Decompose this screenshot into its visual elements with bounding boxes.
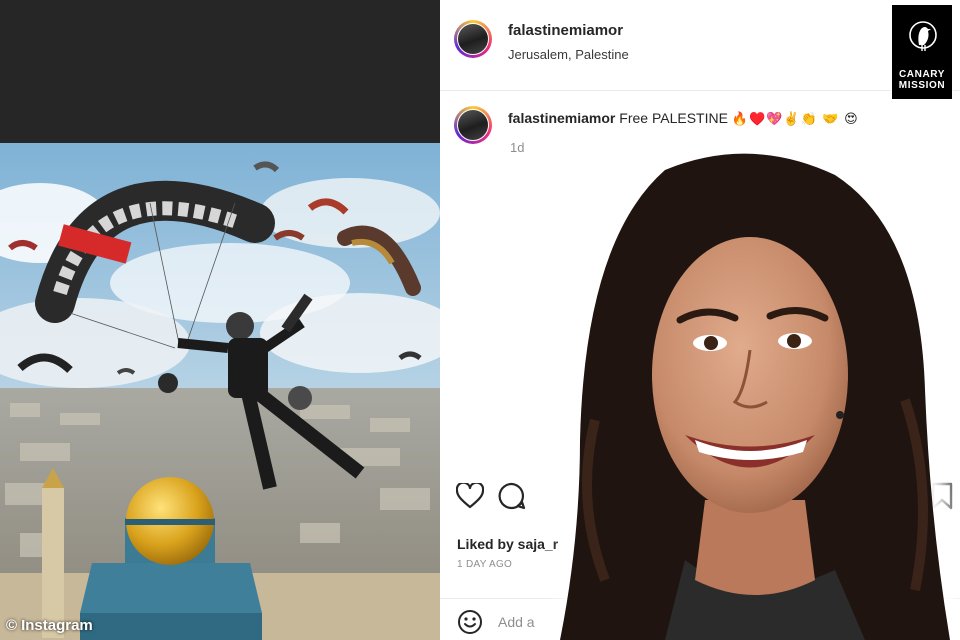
photo-credit-label: Instagram <box>21 617 93 634</box>
post-age: 1 DAY AGO <box>457 559 513 570</box>
caption: falastinemiamor Free PALESTINE 🔥♥️💖✌️👏 🤝… <box>508 110 859 127</box>
comment-input[interactable]: Add a <box>498 614 535 630</box>
heart-icon[interactable] <box>456 483 484 509</box>
badge-line-2: MISSION <box>898 80 946 91</box>
profile-avatar[interactable] <box>454 20 492 58</box>
canary-bird-icon <box>909 21 937 51</box>
comment-bubble-icon[interactable] <box>498 482 526 510</box>
caption-age: 1d <box>510 140 525 155</box>
post-username[interactable]: falastinemiamor <box>508 22 623 39</box>
photo-credit: © Instagram <box>6 617 93 634</box>
caption-emoji: 🔥♥️💖✌️👏 🤝 😍 <box>731 111 859 126</box>
paraglider-over-jerusalem-image <box>0 143 440 640</box>
post-location[interactable]: Jerusalem, Palestine <box>508 47 629 62</box>
copyright-symbol: © <box>6 617 18 634</box>
smiley-icon[interactable] <box>457 609 483 635</box>
caption-avatar[interactable] <box>454 106 492 144</box>
artwork-panel: © Instagram <box>0 0 440 640</box>
caption-text: Free PALESTINE <box>619 110 728 126</box>
canary-mission-badge: CANARY MISSION <box>891 4 953 100</box>
caption-username[interactable]: falastinemiamor <box>508 110 615 126</box>
badge-line-1: CANARY <box>898 69 945 80</box>
dark-top-bar <box>0 0 440 143</box>
header-divider <box>440 90 960 91</box>
woman-portrait-photo <box>555 142 960 640</box>
